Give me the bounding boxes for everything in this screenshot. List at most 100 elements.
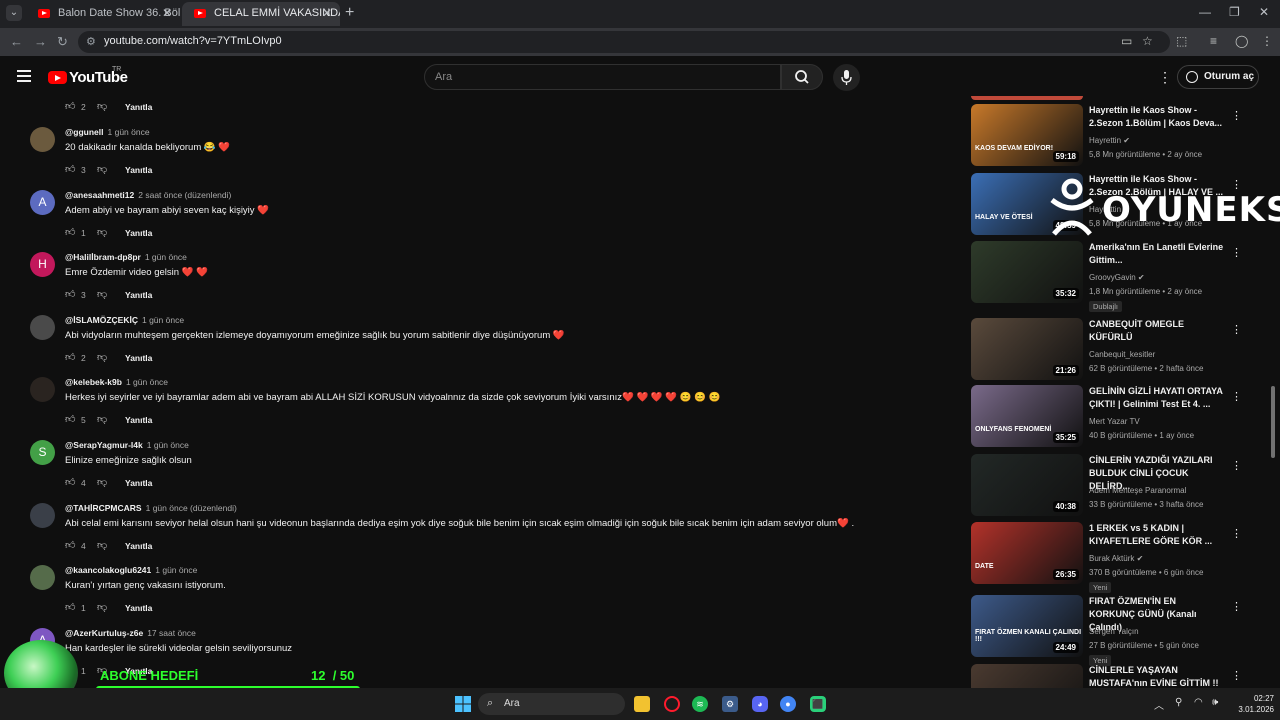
- video-thumbnail[interactable]: 21:26: [971, 318, 1083, 380]
- video-options-icon[interactable]: ⋮: [1231, 390, 1242, 403]
- reply-button[interactable]: Yanıtla: [125, 165, 152, 175]
- related-video-item[interactable]: DATE 26:35 1 ERKEK vs 5 KADIN | KIYAFETLER…: [970, 522, 1255, 593]
- related-video-item[interactable]: KAOS DEVAM EDİYOR! 59:18 Hayrettin ile Kao…: [970, 104, 1255, 166]
- commenter-avatar[interactable]: [30, 502, 55, 528]
- comment-author[interactable]: @SerapYagmur-l4k: [65, 440, 143, 450]
- comment-time[interactable]: 1 gün önce: [108, 127, 150, 137]
- reply-button[interactable]: Yanıtla: [125, 478, 152, 488]
- commenter-avatar[interactable]: [30, 565, 55, 591]
- video-title[interactable]: CANBEQUİT OMEGLE KÜFÜRLÜ: [1089, 318, 1224, 344]
- search-input[interactable]: Ara: [424, 64, 781, 90]
- wifi-icon[interactable]: ◠: [1194, 697, 1203, 708]
- reply-button[interactable]: Yanıtla: [125, 541, 152, 551]
- video-thumbnail[interactable]: 40:38: [971, 454, 1083, 516]
- comment-time[interactable]: 1 gün önce: [145, 252, 187, 262]
- reply-button[interactable]: Yanıtla: [125, 415, 152, 425]
- video-channel[interactable]: GroovyGavin ✔: [1089, 273, 1145, 282]
- video-thumbnail[interactable]: ONLYFANS FENOMENİ 35:25: [971, 385, 1083, 447]
- like-icon[interactable]: 👍︎: [65, 539, 75, 551]
- tab-celal-emmi[interactable]: CELAL EMMİ VAKASINDA DAVE ✕: [182, 2, 340, 26]
- omnibox[interactable]: ⚙ youtube.com/watch?v=7YTmLOIvp0: [78, 31, 1170, 53]
- tray-chevron-icon[interactable]: ︿: [1154, 697, 1164, 712]
- like-icon[interactable]: 👍︎: [65, 601, 75, 613]
- reply-button[interactable]: Yanıtla: [125, 102, 152, 112]
- site-info-icon[interactable]: ⚙: [86, 35, 96, 48]
- commenter-avatar[interactable]: A: [30, 189, 55, 215]
- video-thumbnail[interactable]: FIRAT ÖZMEN KANALI ÇALINDI !!! 24:49: [971, 595, 1083, 657]
- related-video-item[interactable]: 40:38 CİNLERİN YAZDIĞI YAZILARI BULDUK Cİ…: [970, 454, 1255, 516]
- tab-search-button[interactable]: ⌄: [6, 5, 22, 21]
- back-icon[interactable]: ←: [10, 34, 23, 49]
- comment-time[interactable]: 2 saat önce (düzenlendi): [138, 190, 231, 200]
- comment-author[interactable]: @ggunell: [65, 127, 104, 137]
- minimize-icon[interactable]: —: [1199, 5, 1211, 19]
- page-scrollbar[interactable]: [1271, 386, 1275, 458]
- search-button[interactable]: [781, 64, 823, 90]
- spotify-icon[interactable]: ≋: [692, 696, 708, 712]
- comment-author[interactable]: @kaancolakoglu6241: [65, 565, 151, 575]
- settings-kebab-icon[interactable]: ⋮: [1158, 69, 1172, 86]
- like-icon[interactable]: 👍︎: [65, 413, 75, 425]
- taskbar-search[interactable]: ⌕ Ara: [478, 693, 625, 715]
- related-video-item[interactable]: CİNLERLE YAŞAYAN MUSTAFA'nın EVİNE GİTTİ…: [970, 664, 1255, 688]
- commenter-avatar[interactable]: H: [30, 252, 55, 278]
- comment-author[interactable]: @kelebek-k9b: [65, 377, 122, 387]
- comment-author[interactable]: @Halilİbram-dp8pr: [65, 252, 141, 262]
- app-icon[interactable]: ⬛: [810, 696, 826, 712]
- video-options-icon[interactable]: ⋮: [1231, 459, 1242, 472]
- location-icon[interactable]: ⚲: [1175, 697, 1182, 708]
- video-channel[interactable]: Canbequit_kesitler: [1089, 350, 1155, 359]
- tab-close-icon[interactable]: ✕: [162, 2, 172, 25]
- dislike-icon[interactable]: 👎︎: [97, 476, 107, 488]
- commenter-avatar[interactable]: [30, 377, 55, 403]
- comment-time[interactable]: 1 gün önce: [126, 377, 168, 387]
- reply-button[interactable]: Yanıtla: [125, 353, 152, 363]
- tab-balon-date-show[interactable]: Balon Date Show 36. Bölüm - Y ✕: [26, 2, 180, 26]
- tab-close-icon[interactable]: ✕: [322, 2, 332, 25]
- dislike-icon[interactable]: 👎︎: [97, 288, 107, 300]
- dislike-icon[interactable]: 👎︎: [97, 351, 107, 363]
- video-title[interactable]: Hayrettin ile Kaos Show - 2.Sezon 1.Bölü…: [1089, 104, 1224, 130]
- video-options-icon[interactable]: ⋮: [1231, 246, 1242, 259]
- browser-menu-icon[interactable]: ⋮: [1261, 34, 1273, 48]
- video-thumbnail[interactable]: KAOS DEVAM EDİYOR! 59:18: [971, 104, 1083, 166]
- video-channel[interactable]: Adem Menteşe Paranormal: [1089, 486, 1186, 495]
- close-window-icon[interactable]: ✕: [1259, 5, 1269, 19]
- like-icon[interactable]: 👍︎: [65, 163, 75, 175]
- commenter-avatar[interactable]: [30, 127, 55, 152]
- reply-button[interactable]: Yanıtla: [125, 228, 152, 238]
- dislike-icon[interactable]: 👎︎: [97, 226, 107, 238]
- comment-time[interactable]: 1 gün önce: [155, 565, 197, 575]
- video-channel[interactable]: Hayrettin ✔: [1089, 136, 1130, 145]
- hamburger-menu-icon[interactable]: [17, 70, 31, 85]
- related-video-item[interactable]: 21:26 CANBEQUİT OMEGLE KÜFÜRLÜ Canbequit_k…: [970, 318, 1255, 380]
- video-channel[interactable]: Mert Yazar TV: [1089, 417, 1140, 426]
- video-channel[interactable]: Burak Aktürk ✔: [1089, 554, 1143, 563]
- new-tab-icon[interactable]: +: [345, 4, 354, 22]
- like-icon[interactable]: 👍︎: [65, 100, 75, 112]
- comment-time[interactable]: 1 gün önce: [142, 315, 184, 325]
- chrome-icon[interactable]: ●: [780, 696, 796, 712]
- video-options-icon[interactable]: ⋮: [1231, 669, 1242, 682]
- video-title[interactable]: Amerika'nın En Lanetli Evlerine Gittim..…: [1089, 241, 1224, 267]
- voice-search-button[interactable]: [833, 64, 860, 91]
- commenter-avatar[interactable]: [30, 314, 55, 340]
- related-video-item[interactable]: 35:32 Amerika'nın En Lanetli Evlerine Git…: [970, 241, 1255, 312]
- related-video-item[interactable]: ONLYFANS FENOMENİ 35:25 GELİNİN GİZLİ HAYA…: [970, 385, 1255, 447]
- file-explorer-icon[interactable]: [634, 696, 650, 712]
- video-title[interactable]: GELİNİN GİZLİ HAYATI ORTAYA ÇIKTI! | Gel…: [1089, 385, 1224, 411]
- comment-author[interactable]: @İSLAMÖZÇEKİÇ: [65, 315, 138, 325]
- related-video-item[interactable]: FIRAT ÖZMEN KANALI ÇALINDI !!! 24:49 FIRAT…: [970, 595, 1255, 666]
- comment-author[interactable]: @TAHİRCPMCARS: [65, 503, 142, 513]
- reload-icon[interactable]: ↻: [57, 34, 68, 50]
- dislike-icon[interactable]: 👎︎: [97, 601, 107, 613]
- video-title[interactable]: CİNLERLE YAŞAYAN MUSTAFA'nın EVİNE GİTTİ…: [1089, 664, 1224, 688]
- comment-time[interactable]: 1 gün önce: [147, 440, 189, 450]
- like-icon[interactable]: 👍︎: [65, 476, 75, 488]
- video-thumbnail[interactable]: [971, 664, 1083, 688]
- media-control-icon[interactable]: ≡: [1210, 34, 1217, 48]
- video-options-icon[interactable]: ⋮: [1231, 600, 1242, 613]
- windows-start-icon[interactable]: [455, 696, 471, 712]
- comment-author[interactable]: @anesaahmeti12: [65, 190, 134, 200]
- forward-icon[interactable]: →: [34, 34, 47, 49]
